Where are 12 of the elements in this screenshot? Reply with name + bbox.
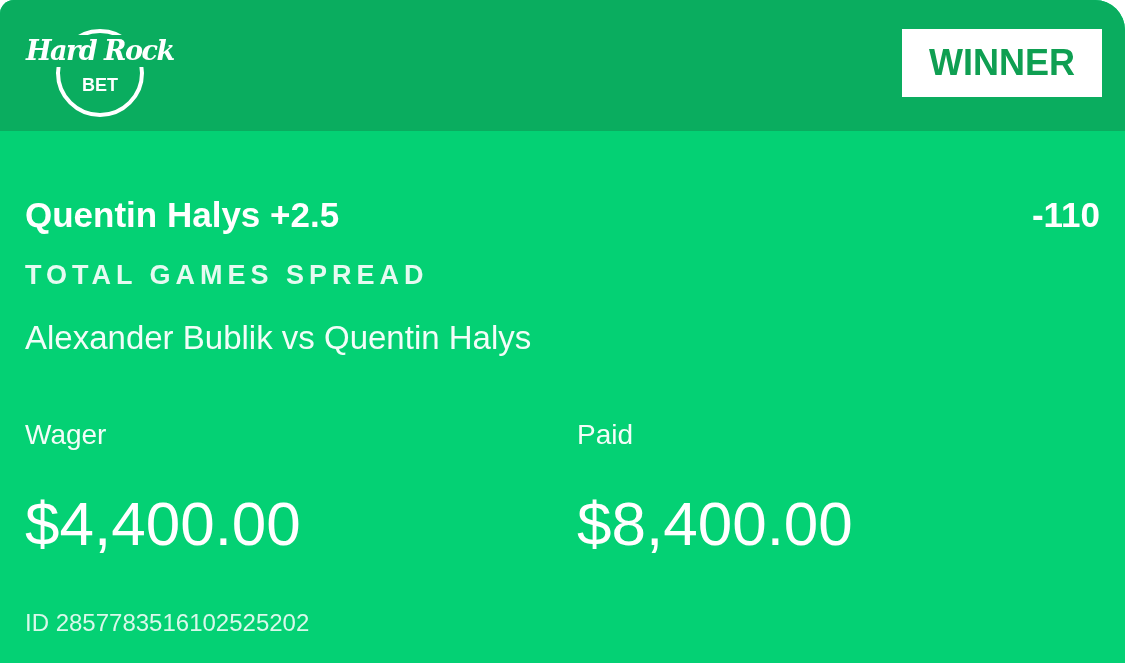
bet-odds: -110 (1031, 195, 1100, 235)
amount-label: Paid (577, 419, 634, 451)
amount-value: $8,400.00 (577, 489, 853, 559)
status-badge: WINNER (902, 28, 1102, 97)
market-label: TOTAL GAMES SPREAD (25, 259, 429, 291)
amount-label: Wager (25, 419, 107, 451)
bet-id: ID 2857783516102525202 (25, 609, 310, 637)
amount-value: $4,400.00 (25, 489, 301, 559)
logo-subtext: BET (82, 74, 118, 95)
event-name: Alexander Bublik vs Quentin Halys (25, 319, 532, 357)
logo-wordmark: Hard Rock (24, 34, 176, 67)
bet-selection: Quentin Halys +2.5 (25, 195, 340, 235)
